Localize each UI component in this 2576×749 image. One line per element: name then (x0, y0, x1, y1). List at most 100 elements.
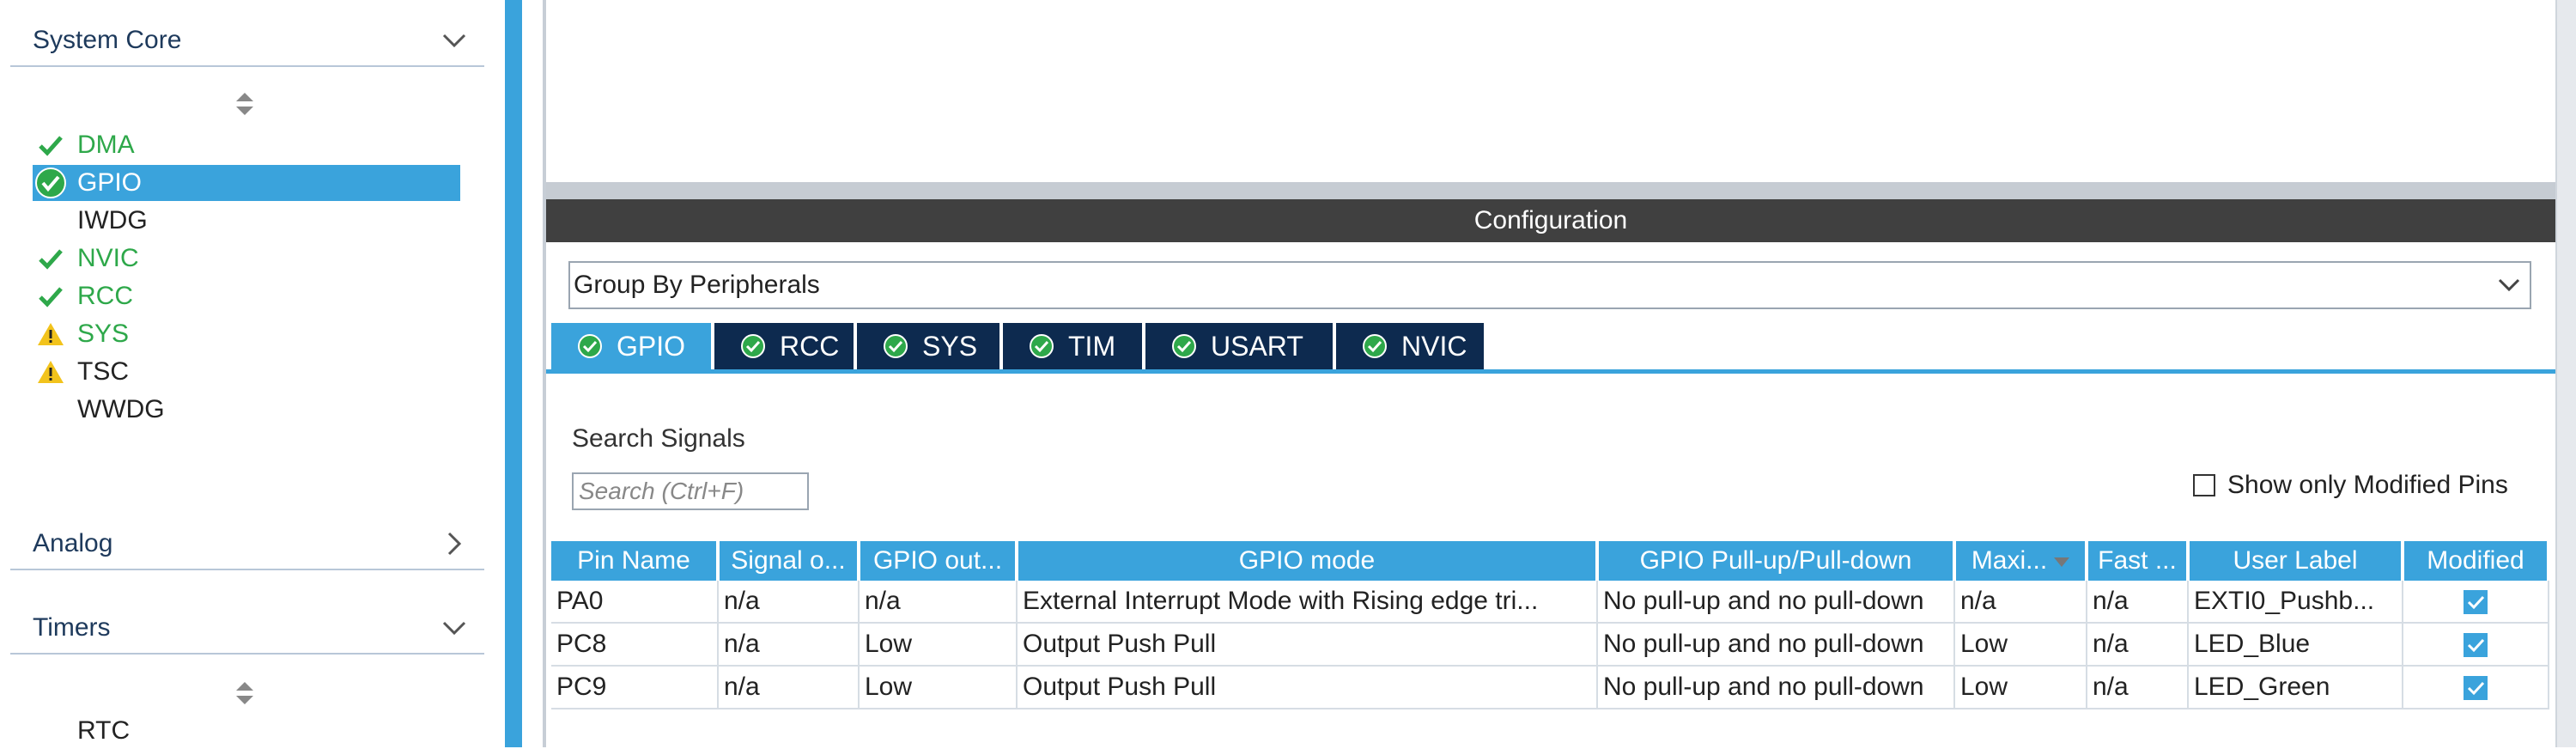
sidebar-item-gpio[interactable]: GPIO (33, 165, 460, 201)
sidebar-item-label: SYS (77, 320, 130, 348)
col-signal[interactable]: Signal o... (718, 541, 860, 581)
col-gpio-output[interactable]: GPIO out... (859, 541, 1018, 581)
cell-pull: No pull-up and no pull-down (1597, 666, 1955, 709)
sidebar-item-nvic[interactable]: NVIC (33, 241, 460, 277)
tab-tim[interactable]: TIM (1003, 323, 1142, 369)
sort-arrows-icon[interactable] (234, 89, 255, 119)
pane-gap (522, 0, 544, 747)
col-user-label[interactable]: User Label (2188, 541, 2404, 581)
check-circle-icon (1029, 333, 1054, 359)
cell-user-label: LED_Green (2188, 666, 2403, 709)
cell-max-speed: Low (1954, 623, 2087, 667)
cell-pin-name: PA0 (551, 581, 719, 624)
cell-signal: n/a (718, 623, 860, 667)
cell-modified[interactable] (2403, 666, 2549, 709)
cell-modified[interactable] (2403, 623, 2549, 667)
checked-checkbox-icon[interactable] (2464, 633, 2488, 658)
check-circle-icon (33, 165, 69, 201)
search-label: Search Signals (572, 424, 745, 453)
peripheral-tabs: GPIO RCC SYS TIM USART NVIC (551, 323, 1487, 369)
category-system-core[interactable]: System Core (10, 15, 484, 67)
sidebar-item-label: RTC (77, 716, 131, 745)
tab-label: USART (1211, 330, 1303, 362)
cell-fast-mode: n/a (2087, 666, 2189, 709)
sidebar-item-dma[interactable]: DMA (33, 127, 460, 163)
tab-underline (546, 369, 2555, 374)
cell-signal: n/a (718, 666, 860, 709)
col-pull[interactable]: GPIO Pull-up/Pull-down (1597, 541, 1956, 581)
cell-user-label: LED_Blue (2188, 623, 2403, 667)
category-timers[interactable]: Timers (10, 603, 484, 655)
sidebar-item-wwdg[interactable]: WWDG (33, 392, 460, 428)
search-input[interactable] (572, 472, 809, 510)
tab-usart[interactable]: USART (1145, 323, 1333, 369)
chevron-down-icon[interactable] (2488, 265, 2530, 306)
cell-pin-name: PC8 (551, 623, 719, 667)
check-icon (33, 127, 69, 163)
sidebar-item-label: DMA (77, 131, 135, 159)
sidebar-item-label: RCC (77, 282, 133, 310)
group-by-value: Group By Peripherals (574, 271, 820, 299)
chevron-down-icon[interactable] (434, 21, 474, 60)
cell-modified[interactable] (2403, 581, 2549, 624)
table-row[interactable]: PC9 n/a Low Output Push Pull No pull-up … (551, 666, 2549, 709)
sidebar-item-tsc[interactable]: TSC (33, 354, 460, 390)
configuration-title: Configuration (546, 199, 2555, 242)
check-circle-icon (883, 333, 908, 359)
sidebar-item-label: WWDG (77, 395, 165, 423)
checked-checkbox-icon[interactable] (2464, 676, 2488, 701)
warning-icon (33, 316, 69, 352)
categories-sidebar: System Core DMA GPIO IWDG NVIC RCC SYS T… (0, 0, 505, 747)
col-max-speed-label: Maxi... (1971, 546, 2048, 575)
checkbox-label: Show only Modified Pins (2227, 471, 2508, 499)
cell-max-speed: Low (1954, 666, 2087, 709)
cell-gpio-mode: Output Push Pull (1017, 623, 1598, 667)
sidebar-item-label: NVIC (77, 244, 139, 272)
chevron-down-icon[interactable] (434, 608, 474, 648)
checkbox-box[interactable] (2193, 474, 2215, 496)
sidebar-item-sys[interactable]: SYS (33, 316, 460, 352)
tab-label: SYS (922, 330, 978, 362)
col-pin-name[interactable]: Pin Name (551, 541, 720, 581)
sidebar-item-label: GPIO (77, 168, 143, 197)
chevron-right-icon[interactable] (434, 524, 474, 563)
table-row[interactable]: PC8 n/a Low Output Push Pull No pull-up … (551, 623, 2549, 667)
tab-gpio[interactable]: GPIO (551, 323, 711, 369)
mode-pane (546, 0, 2555, 199)
warning-icon (33, 354, 69, 390)
check-circle-icon (577, 333, 603, 359)
cell-fast-mode: n/a (2087, 623, 2189, 667)
cell-max-speed: n/a (1954, 581, 2087, 624)
check-circle-icon (1362, 333, 1388, 359)
scrollbar[interactable] (2555, 0, 2576, 747)
check-icon (33, 278, 69, 314)
sidebar-item-rtc[interactable]: RTC (33, 713, 460, 749)
pane-splitter[interactable] (505, 0, 522, 747)
group-by-select[interactable]: Group By Peripherals (568, 261, 2531, 309)
configuration-panel: Configuration Group By Peripherals GPIO … (546, 0, 2555, 747)
check-icon (33, 241, 69, 277)
checked-checkbox-icon[interactable] (2464, 590, 2488, 615)
show-only-modified-checkbox[interactable]: Show only Modified Pins (2193, 471, 2508, 500)
cell-gpio-mode: External Interrupt Mode with Rising edge… (1017, 581, 1598, 624)
cell-fast-mode: n/a (2087, 581, 2189, 624)
table-header: Pin Name Signal o... GPIO out... GPIO mo… (551, 541, 2550, 581)
tab-rcc[interactable]: RCC (714, 323, 854, 369)
tab-label: RCC (780, 330, 840, 362)
col-max-speed[interactable]: Maxi... (1954, 541, 2088, 581)
sidebar-item-iwdg[interactable]: IWDG (33, 203, 460, 239)
col-fast-mode[interactable]: Fast ... (2087, 541, 2190, 581)
check-circle-icon (1171, 333, 1197, 359)
table-row[interactable]: PA0 n/a n/a External Interrupt Mode with… (551, 581, 2549, 624)
sort-desc-icon (2054, 557, 2070, 567)
category-label: System Core (33, 26, 182, 54)
tab-label: TIM (1068, 330, 1116, 362)
category-analog[interactable]: Analog (10, 519, 484, 570)
sort-arrows-icon[interactable] (234, 679, 255, 708)
col-gpio-mode[interactable]: GPIO mode (1017, 541, 1599, 581)
sidebar-item-rcc[interactable]: RCC (33, 278, 460, 314)
sidebar-item-label: TSC (77, 357, 129, 386)
tab-sys[interactable]: SYS (857, 323, 999, 369)
col-modified[interactable]: Modified (2403, 541, 2550, 581)
tab-nvic[interactable]: NVIC (1336, 323, 1484, 369)
